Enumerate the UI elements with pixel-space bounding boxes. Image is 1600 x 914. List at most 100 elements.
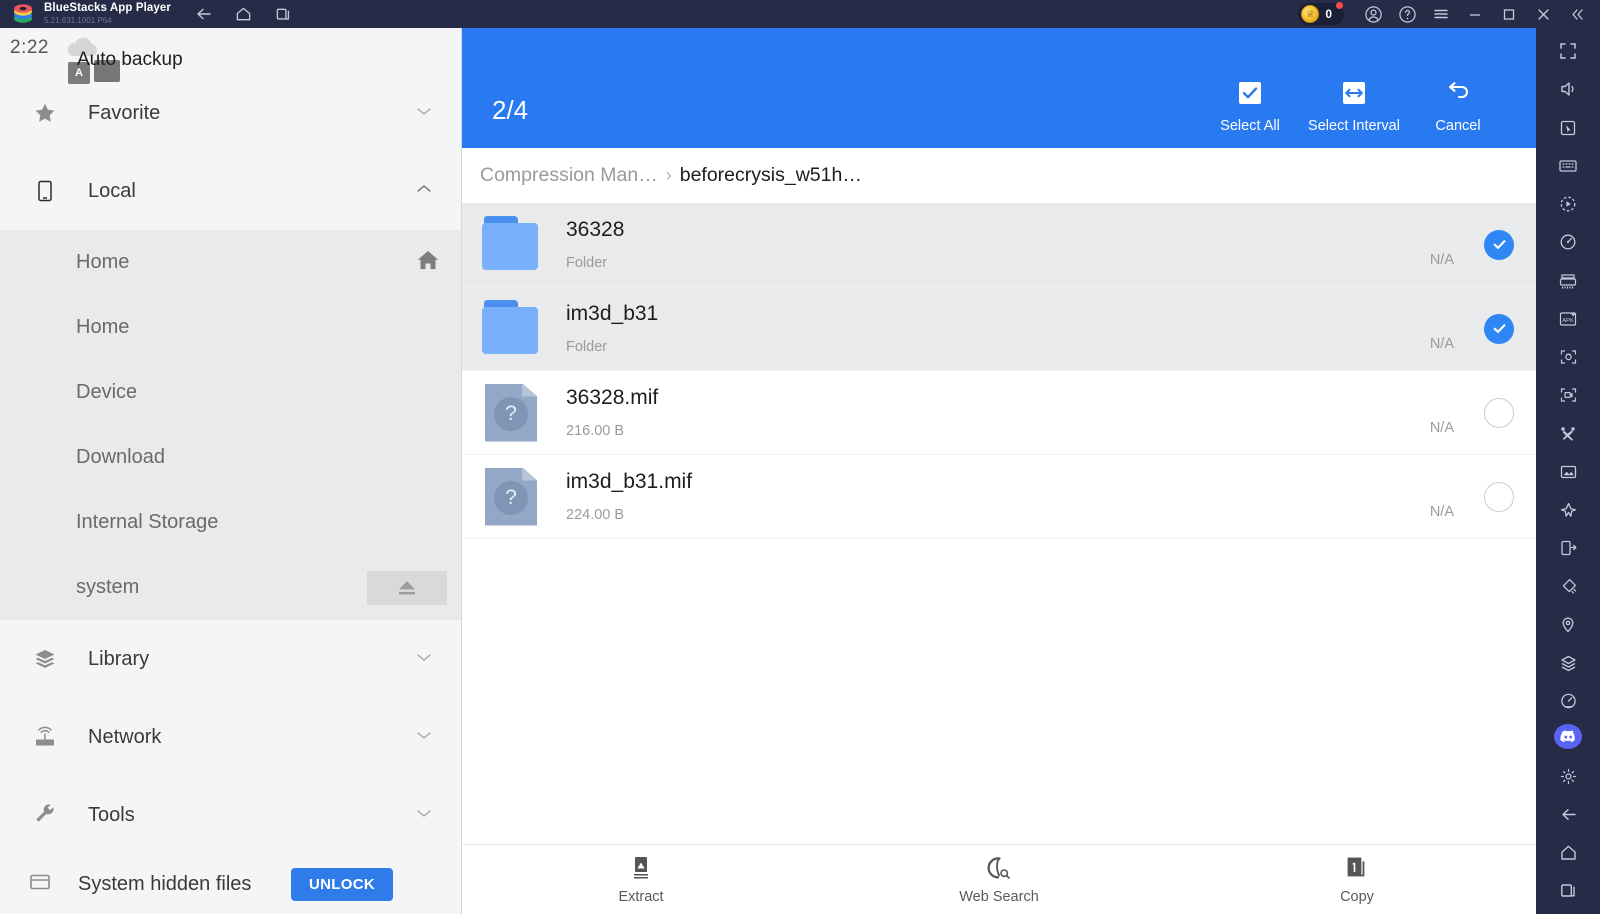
file-name: im3d_b31: [566, 301, 659, 325]
gamepad-icon[interactable]: [1551, 265, 1585, 295]
performance-icon[interactable]: [1551, 686, 1585, 716]
chevron-down-icon: [415, 104, 433, 122]
extract-icon: [628, 854, 654, 882]
breadcrumb-item-parent[interactable]: Compression Man…: [480, 164, 658, 187]
sidebar-item-label: Home: [76, 316, 130, 338]
help-icon[interactable]: [1390, 0, 1424, 28]
chevron-down-icon: [415, 806, 433, 824]
macro-icon[interactable]: [1551, 418, 1585, 448]
sidebar-item-system[interactable]: system: [0, 555, 461, 620]
settings-gear-icon[interactable]: [1551, 761, 1585, 791]
volume-icon[interactable]: [1551, 74, 1585, 104]
play-record-icon[interactable]: [1551, 189, 1585, 219]
sidebar-item-device[interactable]: Device: [0, 360, 461, 425]
layers-icon: [28, 647, 62, 671]
sidebar-item-label: Library: [88, 647, 150, 670]
sidebar-item-system-hidden-files[interactable]: System hidden files UNLOCK: [0, 854, 461, 914]
chevron-up-icon: [415, 182, 433, 200]
file-meta: im3d_b31 Folder: [566, 298, 658, 360]
selection-app-bar: 2/4 Select All Select Interval Cancel: [462, 28, 1536, 148]
account-icon[interactable]: [1356, 0, 1390, 28]
title-bar: BlueStacks App Player 5.21.631.1001 P64: [0, 0, 1600, 28]
folder-hidden-icon: [28, 870, 52, 899]
table-row[interactable]: 36328 Folder N/A: [462, 203, 1536, 287]
pointer-icon[interactable]: [1551, 112, 1585, 142]
row-checkbox-unchecked[interactable]: [1484, 481, 1514, 512]
multi-instance-icon[interactable]: [1551, 533, 1585, 563]
sidebar-item-label: Local: [88, 179, 136, 202]
eject-icon[interactable]: [367, 570, 447, 605]
rotate-icon[interactable]: [1551, 227, 1585, 257]
sidebar-item-home[interactable]: Home: [0, 295, 461, 360]
cancel-button[interactable]: Cancel: [1406, 76, 1510, 140]
file-name: 36328: [566, 217, 625, 241]
close-icon[interactable]: [1526, 0, 1560, 28]
bottom-action-bar: Extract Web Search Copy: [462, 844, 1536, 914]
copy-icon: [1344, 854, 1370, 882]
extract-button[interactable]: Extract: [462, 845, 820, 914]
sidebar-item-download[interactable]: Download: [0, 425, 461, 490]
coin-badge[interactable]: ♕ 0: [1298, 2, 1344, 25]
sidebar-item-local[interactable]: Local: [0, 152, 461, 230]
copy-button[interactable]: Copy: [1178, 845, 1536, 914]
android-screen: 2:22 A Auto backup Favorite Local Home H…: [0, 28, 1536, 914]
sidebar-item-tools[interactable]: Tools: [0, 776, 461, 854]
recents-nav-icon[interactable]: [1551, 876, 1585, 906]
home-icon[interactable]: [235, 5, 253, 23]
table-row[interactable]: im3d_b31 Folder N/A: [462, 287, 1536, 371]
row-checkbox-checked[interactable]: [1484, 313, 1514, 344]
checkbox-checked-icon: [1237, 76, 1263, 110]
screen-record-icon[interactable]: [1551, 380, 1585, 410]
web-search-button[interactable]: Web Search: [820, 845, 1178, 914]
select-interval-button[interactable]: Select Interval: [1302, 76, 1406, 140]
sidebar-item-internal-storage[interactable]: Internal Storage: [0, 490, 461, 555]
unlock-button[interactable]: UNLOCK: [291, 868, 393, 901]
file-browser-pane: 2/4 Select All Select Interval Cancel Co…: [462, 28, 1536, 914]
window-controls: ♕ 0: [1298, 0, 1594, 28]
sidebar-item-label: Favorite: [88, 101, 161, 124]
extract-label: Extract: [618, 889, 664, 905]
eco-mode-icon[interactable]: [1551, 495, 1585, 525]
sidebar-item-library[interactable]: Library: [0, 620, 461, 698]
sidebar-item-label: System hidden files: [78, 872, 252, 895]
sidebar-item-network[interactable]: Network: [0, 698, 461, 776]
back-icon[interactable]: [195, 5, 213, 23]
table-row[interactable]: ? im3d_b31.mif 224.00 B N/A: [462, 455, 1536, 539]
file-size: N/A: [1429, 504, 1454, 520]
notification-dot: [1336, 2, 1343, 9]
minimize-icon[interactable]: [1458, 0, 1492, 28]
sidebar-item-favorite[interactable]: Favorite: [0, 74, 461, 152]
bluestacks-logo-icon: [8, 0, 38, 28]
bluestacks-window: BlueStacks App Player 5.21.631.1001 P64: [0, 0, 1600, 914]
table-row[interactable]: ? 36328.mif 216.00 B N/A: [462, 371, 1536, 455]
recents-icon[interactable]: [275, 5, 293, 23]
row-checkbox-unchecked[interactable]: [1484, 397, 1514, 428]
maximize-icon[interactable]: [1492, 0, 1526, 28]
menu-icon[interactable]: [1424, 0, 1458, 28]
collapse-icon[interactable]: [1560, 0, 1594, 28]
shake-icon[interactable]: [1551, 571, 1585, 601]
phone-icon: [28, 179, 62, 203]
row-checkbox-checked[interactable]: [1484, 229, 1514, 260]
select-all-button[interactable]: Select All: [1198, 76, 1302, 140]
discord-icon[interactable]: [1554, 724, 1582, 750]
fullscreen-icon[interactable]: [1551, 36, 1585, 66]
layers-rail-icon[interactable]: [1551, 648, 1585, 678]
location-icon[interactable]: [1551, 610, 1585, 640]
file-subtitle: Folder: [566, 339, 608, 356]
back-nav-icon[interactable]: [1551, 799, 1585, 829]
file-meta: 36328.mif 216.00 B: [566, 382, 658, 444]
screenshot-icon[interactable]: [1551, 342, 1585, 372]
unknown-file-icon: ?: [480, 466, 542, 528]
install-apk-icon[interactable]: APK: [1551, 304, 1585, 334]
sidebar-item-home-primary[interactable]: Home: [0, 230, 461, 295]
keyboard-icon[interactable]: [1551, 151, 1585, 181]
home-nav-icon[interactable]: [1551, 838, 1585, 868]
breadcrumb-item-current[interactable]: beforecrysis_w51h…: [680, 164, 862, 187]
sidebar-item-label: Device: [76, 381, 138, 403]
media-manager-icon[interactable]: [1551, 457, 1585, 487]
chevron-down-icon: [415, 728, 433, 746]
android-status-bar: 2:22 A Auto backup: [0, 28, 461, 84]
breadcrumb-separator-icon: ›: [665, 165, 672, 185]
unknown-file-icon: ?: [480, 382, 542, 444]
